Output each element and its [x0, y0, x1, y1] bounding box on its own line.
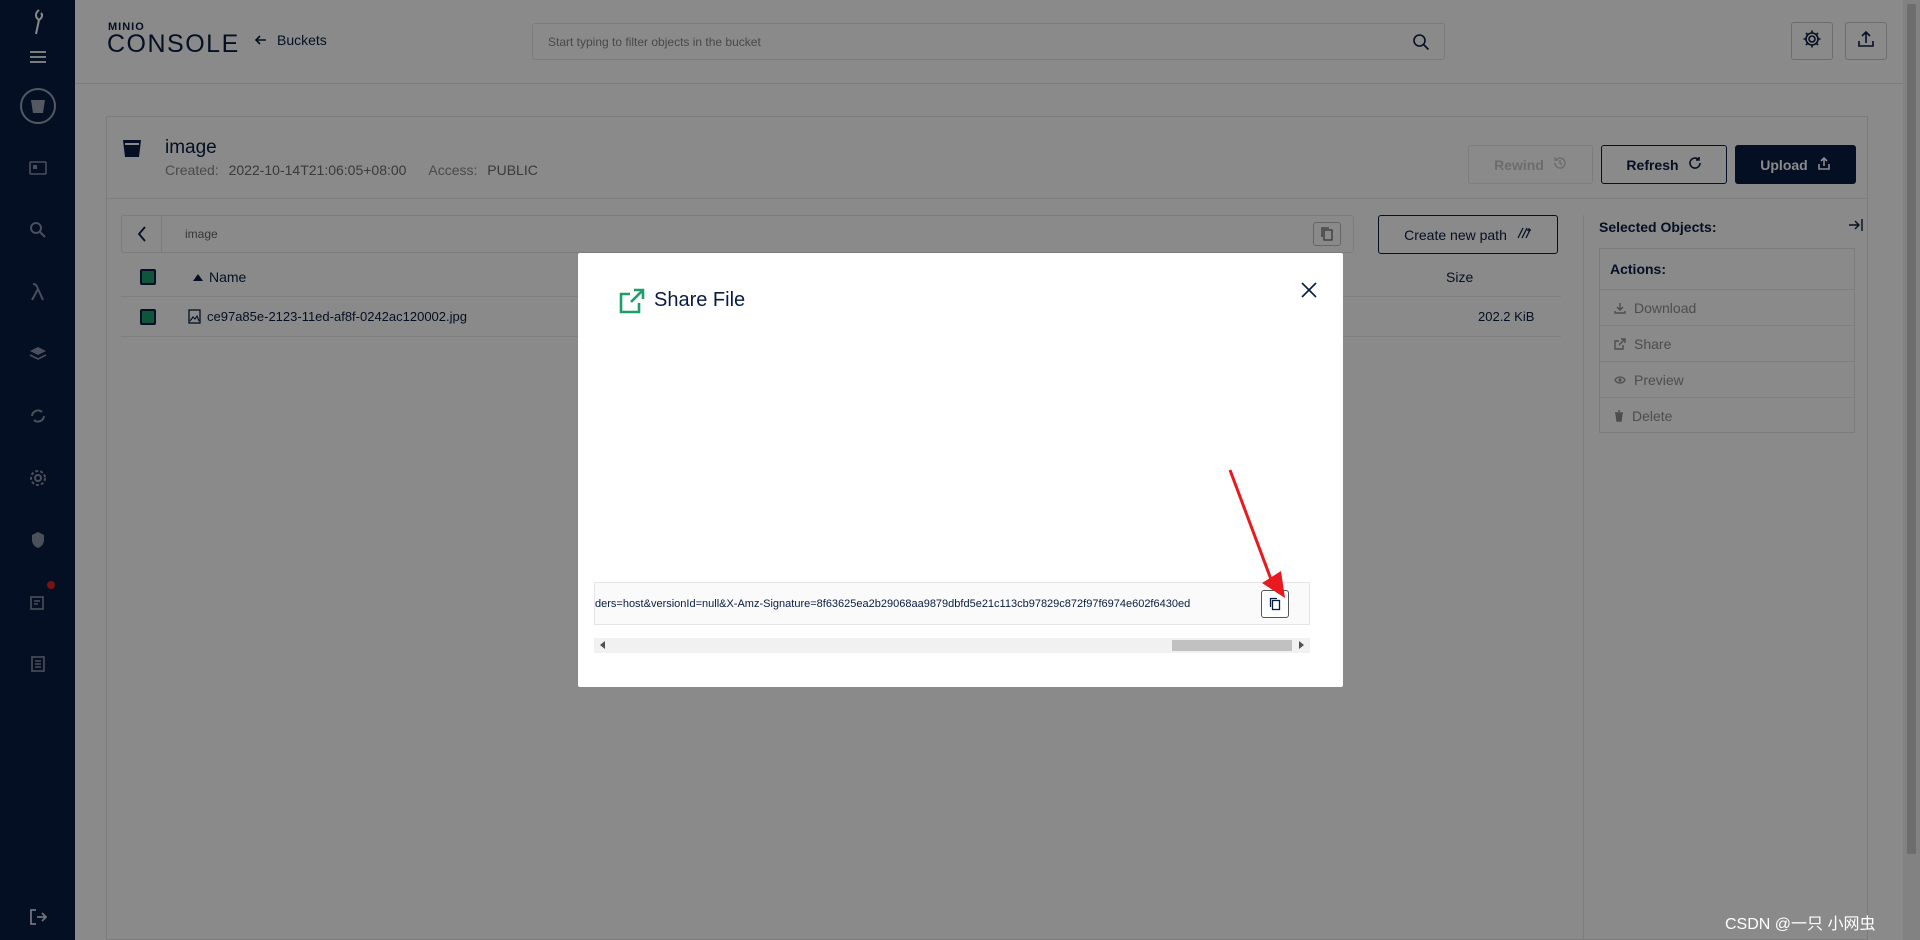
share-url[interactable]: ders=host&versionId=null&X-Amz-Signature…	[595, 598, 1190, 610]
scroll-left-arrow-icon[interactable]	[600, 641, 605, 649]
close-modal-button[interactable]	[1294, 275, 1324, 305]
share-icon	[618, 287, 646, 320]
share-url-field[interactable]: ders=host&versionId=null&X-Amz-Signature…	[594, 582, 1310, 625]
close-icon	[1301, 282, 1317, 298]
scrollbar-thumb[interactable]	[1172, 640, 1292, 651]
scroll-right-arrow-icon[interactable]	[1299, 641, 1304, 649]
modal-title: Share File	[654, 289, 746, 311]
url-horizontal-scrollbar[interactable]	[594, 638, 1310, 653]
copy-icon	[1269, 597, 1281, 611]
share-file-modal: Share File ders=host&versionId=null&X-Am…	[578, 253, 1343, 687]
copy-url-button[interactable]	[1261, 590, 1289, 618]
watermark: CSDN @一只 小网虫	[1725, 916, 1876, 933]
